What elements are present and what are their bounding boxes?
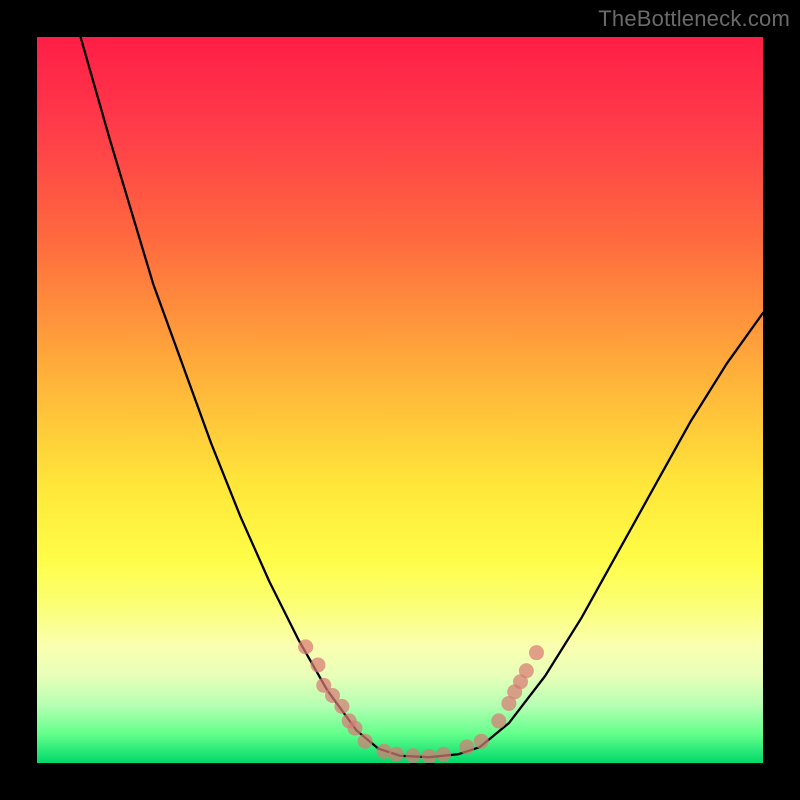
data-marker bbox=[459, 740, 474, 755]
chart-frame: TheBottleneck.com bbox=[0, 0, 800, 800]
data-marker bbox=[358, 734, 373, 749]
data-marker bbox=[347, 721, 362, 736]
data-marker bbox=[310, 657, 325, 672]
bottleneck-curve bbox=[81, 37, 763, 757]
marker-group bbox=[298, 639, 544, 763]
watermark-text: TheBottleneck.com bbox=[598, 6, 790, 32]
data-marker bbox=[436, 747, 451, 762]
data-marker bbox=[406, 748, 421, 763]
data-marker bbox=[519, 663, 534, 678]
data-marker bbox=[298, 639, 313, 654]
data-marker bbox=[389, 747, 404, 762]
data-marker bbox=[529, 645, 544, 660]
data-marker bbox=[334, 699, 349, 714]
data-marker bbox=[491, 713, 506, 728]
data-marker bbox=[422, 749, 437, 763]
curve-layer bbox=[37, 37, 763, 763]
data-marker bbox=[474, 734, 489, 749]
plot-area bbox=[37, 37, 763, 763]
